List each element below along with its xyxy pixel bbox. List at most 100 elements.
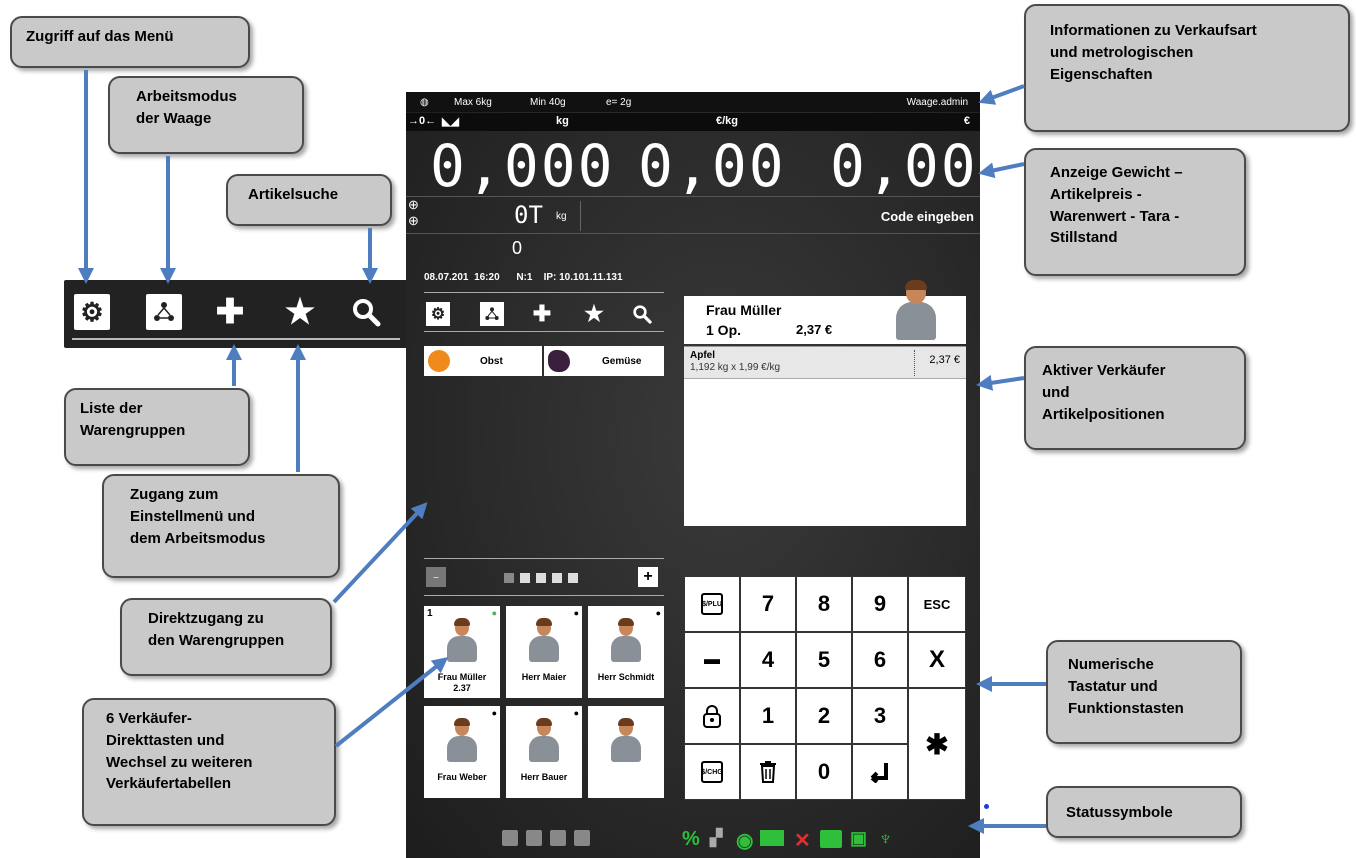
user-icon: ● — [573, 708, 579, 718]
seller-amount: 2.37 — [453, 683, 471, 693]
scale-slot-icon — [550, 830, 566, 846]
key-3[interactable]: 3 — [852, 688, 908, 744]
delete-key[interactable] — [740, 744, 796, 800]
seller-button[interactable]: ● Herr Bauer — [506, 706, 582, 798]
minus-key[interactable]: ▬ — [684, 632, 740, 688]
enter-icon — [870, 763, 888, 783]
scale-slot-icon — [526, 830, 542, 846]
group-button-obst[interactable]: Obst — [424, 346, 542, 376]
star-icon[interactable]: ★ — [582, 301, 606, 326]
avatar — [611, 618, 641, 664]
page-dot[interactable] — [520, 573, 530, 583]
plu-key[interactable]: $/PLU — [684, 576, 740, 632]
price-display: 0,00 — [638, 132, 786, 200]
user-icon: ● — [573, 608, 579, 618]
seller-button[interactable]: ● Herr Schmidt — [588, 606, 664, 698]
seller-button[interactable]: ● Frau Weber — [424, 706, 500, 798]
keypad: $/PLU 7 8 9 ESC ▬ 4 5 6 X 1 2 3 ✱ $/CHG … — [684, 576, 966, 800]
callout-status: Statussymbole — [1046, 786, 1242, 838]
total-key[interactable]: ✱ — [908, 688, 966, 800]
plus-icon[interactable]: ✚ — [530, 301, 554, 326]
callout-active: Aktiver Verkäufer und Artikelpositionen — [1024, 346, 1246, 450]
callout-menu: Zugriff auf das Menü — [10, 16, 250, 68]
seller-name-text: Frau Müller — [437, 672, 487, 682]
group-button-gemuese[interactable]: Gemüse — [544, 346, 664, 376]
code-input[interactable]: Code eingeben — [881, 209, 974, 224]
tara-value: 0T — [514, 201, 543, 229]
active-seller-header[interactable]: Frau Müller 1 Op. 2,37 € — [684, 280, 966, 344]
group-label: Obst — [480, 355, 503, 367]
page-dot[interactable] — [552, 573, 562, 583]
user-icon: ● — [491, 708, 497, 718]
pager-plus-button[interactable]: + — [638, 567, 658, 587]
callout-keypad: Numerische Tastatur und Funktionstasten — [1046, 640, 1242, 744]
position-detail: 1,192 kg x 1,99 €/kg — [690, 362, 781, 373]
trash-icon — [760, 761, 776, 783]
user-icon: ● — [655, 608, 661, 618]
avatar — [447, 618, 477, 664]
esc-key[interactable]: ESC — [908, 576, 966, 632]
eggplant-icon — [548, 350, 570, 372]
multiply-key[interactable]: X — [908, 632, 966, 688]
info-bar: ◍ Max 6kg Min 40g e= 2g Waage.admin — [406, 92, 980, 112]
seller-button[interactable]: ● Herr Maier — [506, 606, 582, 698]
tara-row: ⊕ ⊕ 0T kg Code eingeben — [406, 196, 980, 234]
scale-interval: e= 2g — [606, 96, 632, 108]
enter-key[interactable] — [852, 744, 908, 800]
callout-groups: Liste der Warengruppen — [64, 388, 250, 466]
lock-key[interactable] — [684, 688, 740, 744]
key-9[interactable]: 9 — [852, 576, 908, 632]
pc-icon: ▣ — [850, 828, 868, 848]
star-icon[interactable]: ★ — [282, 293, 318, 331]
seller-name: Herr Schmidt — [597, 672, 655, 682]
change-key[interactable]: $/CHG — [684, 744, 740, 800]
key-1[interactable]: 1 — [740, 688, 796, 744]
seller-button[interactable]: 1 ● Frau Müller 2.37 — [424, 606, 500, 698]
ip-address: IP: 10.101.11.131 — [543, 272, 623, 283]
tara-key-icon[interactable]: ⊕ ⊕ — [408, 197, 419, 229]
callout-workmode: Arbeitsmodus der Waage — [108, 76, 304, 154]
key-5[interactable]: 5 — [796, 632, 852, 688]
key-8[interactable]: 8 — [796, 576, 852, 632]
search-icon[interactable] — [630, 302, 654, 326]
callout-sellers: 6 Verkäufer- Direkttasten und Wechsel zu… — [82, 698, 336, 826]
workmode-icon[interactable] — [146, 294, 182, 330]
page-dot[interactable] — [504, 573, 514, 583]
search-icon[interactable] — [348, 294, 384, 330]
key-0[interactable]: 0 — [796, 744, 852, 800]
max-capacity: Max 6kg — [454, 96, 492, 108]
key-7[interactable]: 7 — [740, 576, 796, 632]
total-unit: € — [963, 115, 970, 127]
stable-indicator-icon: ◣◢ — [442, 116, 459, 128]
key-6[interactable]: 6 — [852, 632, 908, 688]
workmode-icon[interactable] — [480, 302, 504, 326]
avatar — [447, 718, 477, 764]
chg-icon: $/CHG — [701, 761, 723, 783]
position-price: 2,37 € — [929, 354, 960, 366]
tara-separator — [580, 201, 581, 231]
gear-icon[interactable]: ⚙ — [74, 294, 110, 330]
page-dot[interactable] — [568, 573, 578, 583]
position-name: Apfel — [690, 350, 715, 361]
gear-icon[interactable]: ⚙ — [426, 302, 450, 326]
total-display: 0,00 — [830, 132, 978, 200]
seller-name: Herr Maier — [521, 672, 567, 682]
percent-icon: % — [682, 828, 700, 850]
toolbar-divider — [424, 292, 664, 293]
status-line: 08.07.201 16:20 N:1 IP: 10.101.11.131 — [424, 272, 623, 283]
page-dot[interactable] — [536, 573, 546, 583]
date: 08.07.201 — [424, 272, 469, 283]
position-row[interactable]: Apfel 1,192 kg x 1,99 €/kg 2,37 € — [684, 347, 966, 379]
key-4[interactable]: 4 — [740, 632, 796, 688]
key-2[interactable]: 2 — [796, 688, 852, 744]
battery-icon: ◍ — [420, 96, 429, 108]
time: 16:20 — [474, 272, 500, 283]
drop-icon: ◉ — [736, 830, 754, 852]
tara-unit: kg — [556, 211, 567, 222]
group-label: Gemüse — [602, 355, 642, 367]
seller-name: Frau Weber — [437, 772, 487, 782]
arrow-info — [978, 84, 1025, 105]
pager-minus-button[interactable]: – — [426, 567, 446, 587]
seller-button[interactable] — [588, 706, 664, 798]
plus-icon[interactable]: ✚ — [212, 293, 248, 331]
